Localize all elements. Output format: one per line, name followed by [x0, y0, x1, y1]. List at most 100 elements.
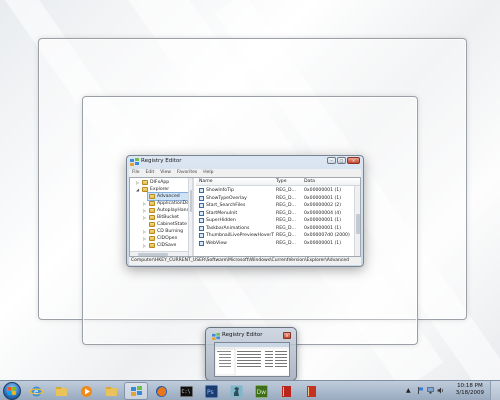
taskbar-media-player[interactable] [74, 382, 98, 400]
taskbar-firefox[interactable] [149, 382, 173, 400]
windows-explorer-icon [106, 387, 117, 396]
tree-item[interactable]: ▷ BitBucket [130, 214, 188, 221]
menu-favorites[interactable]: Favorites [177, 169, 197, 177]
tree-item-label: CabinetState [157, 222, 187, 227]
show-hidden-icons-arrow[interactable]: ▲ [406, 387, 413, 394]
registry-editor-icon [131, 386, 142, 396]
value-type: REG_D... [276, 203, 296, 208]
menu-view[interactable]: View [160, 169, 171, 177]
list-item[interactable]: ThumbnailLivePreviewHoverTime REG_D... 0… [196, 232, 354, 239]
tree-item-label: CIDSave [157, 243, 177, 248]
list-item[interactable]: WebView REG_D... 0x00000001 (1) [196, 240, 354, 247]
tree-item-selected[interactable]: Advanced [147, 192, 189, 201]
folder-icon [142, 180, 148, 185]
tree-item-label: BitBucket [157, 215, 179, 220]
value-name: WebView [206, 240, 227, 246]
list-item[interactable]: ShowTypeOverlay REG_D... 0x00000001 (1) [196, 195, 354, 202]
tree-item-label: Advanced [157, 194, 180, 199]
value-type: REG_D... [276, 210, 296, 216]
volume-icon[interactable] [437, 387, 444, 394]
flag-icon[interactable] [417, 387, 424, 394]
taskbar-registry-editor[interactable] [124, 382, 148, 400]
collapse-arrow-icon[interactable]: ◢ [136, 186, 141, 193]
values-list[interactable]: Name Type Data ShowInfoTip REG_D... 0x00… [196, 178, 360, 256]
registry-value-icon [199, 233, 204, 238]
dreamweaver-icon: Dw [255, 385, 268, 398]
tree-item[interactable]: ▷ AutoplayHandle [130, 207, 192, 214]
scroll-thumb[interactable] [138, 253, 168, 256]
tree-item[interactable]: CabinetState [130, 221, 188, 228]
list-item[interactable]: StartMenuInit REG_D... 0x00000004 (4) [196, 210, 354, 217]
column-header-type[interactable]: Type [276, 178, 287, 186]
menu-file[interactable]: File [132, 169, 140, 177]
value-type: REG_D... [276, 195, 296, 201]
tree-item[interactable]: ▷ CD Burning [130, 228, 188, 235]
list-vertical-scrollbar[interactable] [354, 186, 360, 256]
value-type: REG_D... [276, 240, 296, 246]
taskbar-book-app[interactable] [274, 382, 298, 400]
tree-item[interactable]: ▷ CIDSave [130, 242, 188, 249]
expand-arrow-icon[interactable]: ▷ [143, 200, 148, 207]
scroll-thumb[interactable] [190, 190, 192, 212]
taskbar-thumbnail-preview[interactable]: Registry Editor × [205, 327, 297, 381]
taskbar-chess[interactable] [224, 382, 248, 400]
minimize-button[interactable]: – [327, 157, 336, 164]
tree-item[interactable]: ▷ ApplicationDest [130, 200, 192, 207]
folder-icon [149, 194, 155, 199]
network-icon[interactable] [427, 387, 434, 394]
tree-item-label: CIDOpen [157, 236, 178, 241]
expand-arrow-icon[interactable]: ▷ [143, 207, 148, 214]
list-item[interactable]: SuperHidden REG_D... 0x00000001 (1) [196, 217, 354, 224]
registry-editor-icon [212, 333, 220, 340]
folder-icon [149, 229, 155, 234]
folder-icon [149, 215, 155, 220]
svg-text:C:\: C:\ [182, 389, 191, 395]
thumbnail-close-button[interactable]: × [283, 332, 291, 339]
taskbar-command-prompt[interactable]: C:\ [174, 382, 198, 400]
taskbar-photoshop[interactable]: Ps [199, 382, 223, 400]
list-item[interactable]: TaskbarAnimations REG_D... 0x00000001 (1… [196, 225, 354, 232]
taskbar-dreamweaver[interactable]: Dw [249, 382, 273, 400]
svg-text:Ps: Ps [207, 389, 214, 396]
expand-arrow-icon[interactable]: ▷ [136, 179, 141, 186]
taskbar-windows-explorer[interactable] [99, 382, 123, 400]
value-name: SuperHidden [206, 218, 236, 223]
taskbar: e C:\ Ps Dw ▲ 10:18 PM 3/18/2009 [0, 380, 500, 400]
column-header-name[interactable]: Name [199, 178, 213, 186]
tree-horizontal-scrollbar[interactable] [130, 251, 188, 256]
expand-arrow-icon[interactable]: ▷ [143, 228, 148, 235]
tree-item[interactable]: ▷ DIFxApp [130, 179, 188, 186]
registry-value-icon [199, 188, 204, 193]
scroll-thumb[interactable] [356, 214, 360, 234]
list-item[interactable]: ShowInfoTip REG_D... 0x00000001 (1) [196, 187, 354, 194]
taskbar-windows-explorer[interactable] [49, 382, 73, 400]
expand-arrow-icon[interactable]: ▷ [143, 242, 148, 249]
taskbar-book-app[interactable] [299, 382, 323, 400]
expand-arrow-icon[interactable]: ▷ [143, 214, 148, 221]
tree-item[interactable]: ▷ CIDOpen [130, 235, 188, 242]
value-name: Start_SearchFiles [206, 203, 246, 208]
photoshop-icon: Ps [205, 385, 218, 398]
start-button[interactable] [3, 382, 21, 400]
column-header-data[interactable]: Data [304, 178, 315, 186]
value-data: 0x00000001 (1) [304, 188, 341, 193]
internet-explorer-icon: e [30, 386, 43, 397]
registry-value-icon [199, 203, 204, 208]
tree-item[interactable]: ◢ Explorer [130, 186, 188, 193]
registry-tree[interactable]: ▷ DIFxApp ◢ Explorer Advanced ▷ Applicat… [130, 178, 194, 256]
title-bar[interactable]: Registry Editor – □ × [127, 156, 363, 169]
close-button[interactable]: × [347, 157, 360, 164]
show-desktop-button[interactable] [490, 381, 500, 400]
list-item[interactable]: Start_SearchFiles REG_D... 0x00000002 (2… [196, 202, 354, 209]
taskbar-internet-explorer[interactable]: e [24, 382, 48, 400]
maximize-button[interactable]: □ [337, 157, 346, 164]
book-icon [282, 386, 291, 397]
menu-help[interactable]: Help [203, 169, 213, 177]
tree-vertical-scrollbar[interactable] [188, 178, 192, 256]
clock[interactable]: 10:18 PM 3/18/2009 [456, 383, 484, 397]
tree-item-label: Explorer [150, 187, 170, 192]
expand-arrow-icon[interactable]: ▷ [143, 235, 148, 242]
menu-edit[interactable]: Edit [146, 169, 155, 177]
registry-editor-window[interactable]: Registry Editor – □ × File Edit View Fav… [126, 155, 364, 267]
value-data: 0x00000001 (1) [304, 195, 341, 201]
